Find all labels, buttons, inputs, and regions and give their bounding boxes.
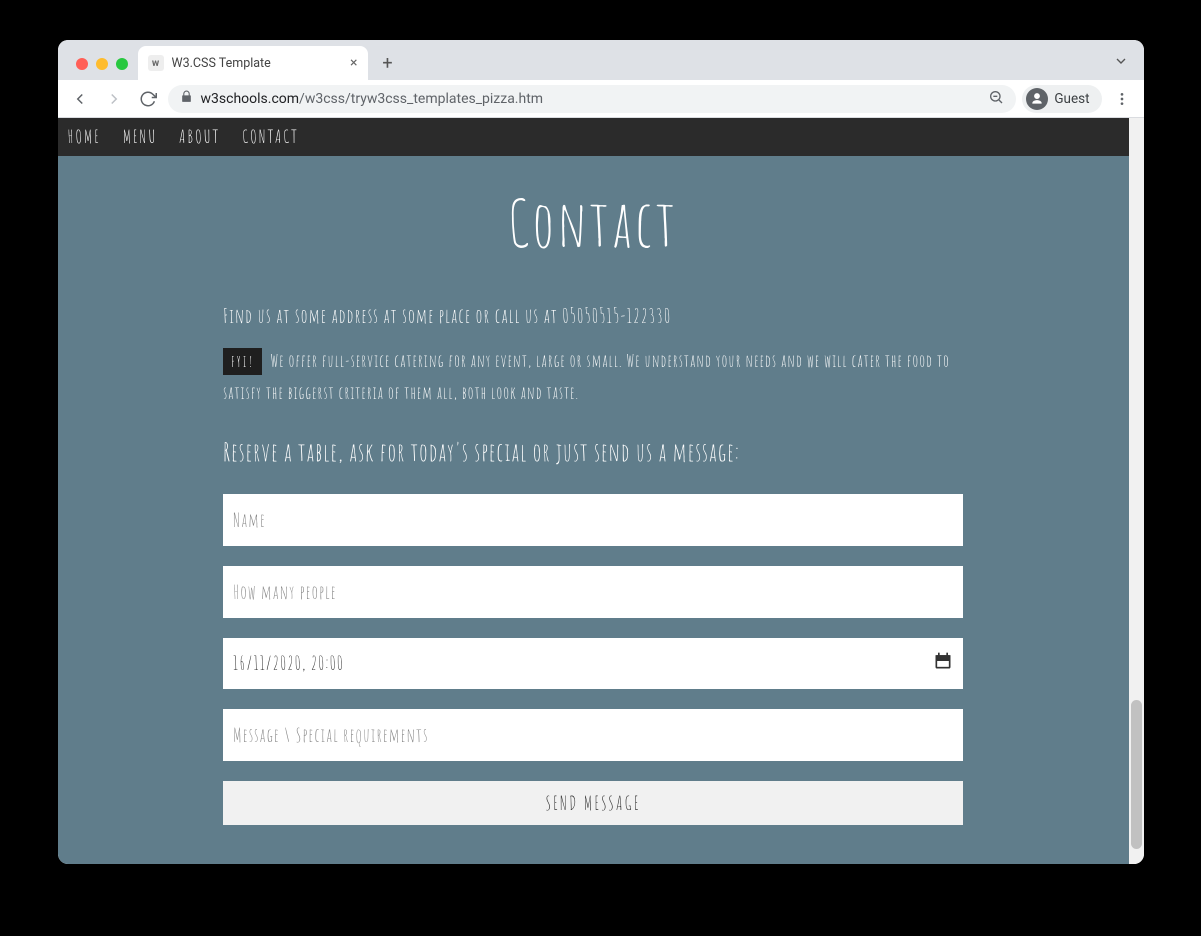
browser-toolbar: w3schools.com/w3css/tryw3css_templates_p… <box>58 80 1144 118</box>
nav-home[interactable]: HOME <box>68 126 101 148</box>
calendar-icon[interactable] <box>933 651 953 676</box>
name-input[interactable] <box>223 494 963 546</box>
address-bar[interactable]: w3schools.com/w3css/tryw3css_templates_p… <box>168 85 1017 113</box>
fyi-paragraph: FYI! We offer full-service catering for … <box>223 346 963 411</box>
profile-button[interactable]: Guest <box>1022 85 1101 113</box>
window-controls <box>70 58 138 80</box>
nav-about[interactable]: ABOUT <box>179 126 220 148</box>
scrollbar-track[interactable] <box>1129 118 1144 864</box>
favicon-icon: w <box>148 55 164 71</box>
minimize-window-button[interactable] <box>96 58 108 70</box>
back-button[interactable] <box>66 85 94 113</box>
people-input[interactable] <box>223 566 963 618</box>
page-content: HOME MENU ABOUT CONTACT Contact Find us … <box>58 118 1129 864</box>
site-navbar: HOME MENU ABOUT CONTACT <box>58 118 1129 156</box>
message-input[interactable] <box>223 709 963 761</box>
fyi-text: We offer full-service catering for any e… <box>223 351 950 404</box>
close-window-button[interactable] <box>76 58 88 70</box>
tabstrip-chevron-button[interactable] <box>1104 44 1138 78</box>
contact-lead: Find us at some address at some place or… <box>223 303 963 328</box>
url-text: w3schools.com/w3css/tryw3css_templates_p… <box>201 91 981 107</box>
datetime-value: 16/11/2020, 20:00 <box>233 651 933 675</box>
tab-strip: w W3.CSS Template × + <box>58 40 1144 80</box>
lock-icon <box>180 90 193 107</box>
forward-button[interactable] <box>100 85 128 113</box>
page-title: Contact <box>223 182 963 263</box>
avatar-icon <box>1026 88 1048 110</box>
viewport: HOME MENU ABOUT CONTACT Contact Find us … <box>58 118 1144 864</box>
browser-window: w W3.CSS Template × + w3schools.com/w3cs… <box>58 40 1144 864</box>
contact-section: Contact Find us at some address at some … <box>223 156 963 864</box>
fyi-tag: FYI! <box>223 348 262 375</box>
new-tab-button[interactable]: + <box>374 49 402 77</box>
tab-title: W3.CSS Template <box>172 56 343 71</box>
nav-contact[interactable]: CONTACT <box>242 126 299 148</box>
reserve-heading: Reserve a table, ask for today's special… <box>223 437 963 468</box>
nav-menu[interactable]: MENU <box>123 126 157 148</box>
close-tab-button[interactable]: × <box>350 55 357 71</box>
browser-tab[interactable]: w W3.CSS Template × <box>138 46 368 80</box>
zoom-icon[interactable] <box>988 89 1004 109</box>
send-message-button[interactable]: SEND MESSAGE <box>223 781 963 825</box>
browser-menu-button[interactable] <box>1108 85 1136 113</box>
datetime-input[interactable]: 16/11/2020, 20:00 <box>223 638 963 689</box>
profile-label: Guest <box>1054 91 1089 107</box>
scrollbar-thumb[interactable] <box>1131 700 1142 849</box>
reload-button[interactable] <box>134 85 162 113</box>
maximize-window-button[interactable] <box>116 58 128 70</box>
